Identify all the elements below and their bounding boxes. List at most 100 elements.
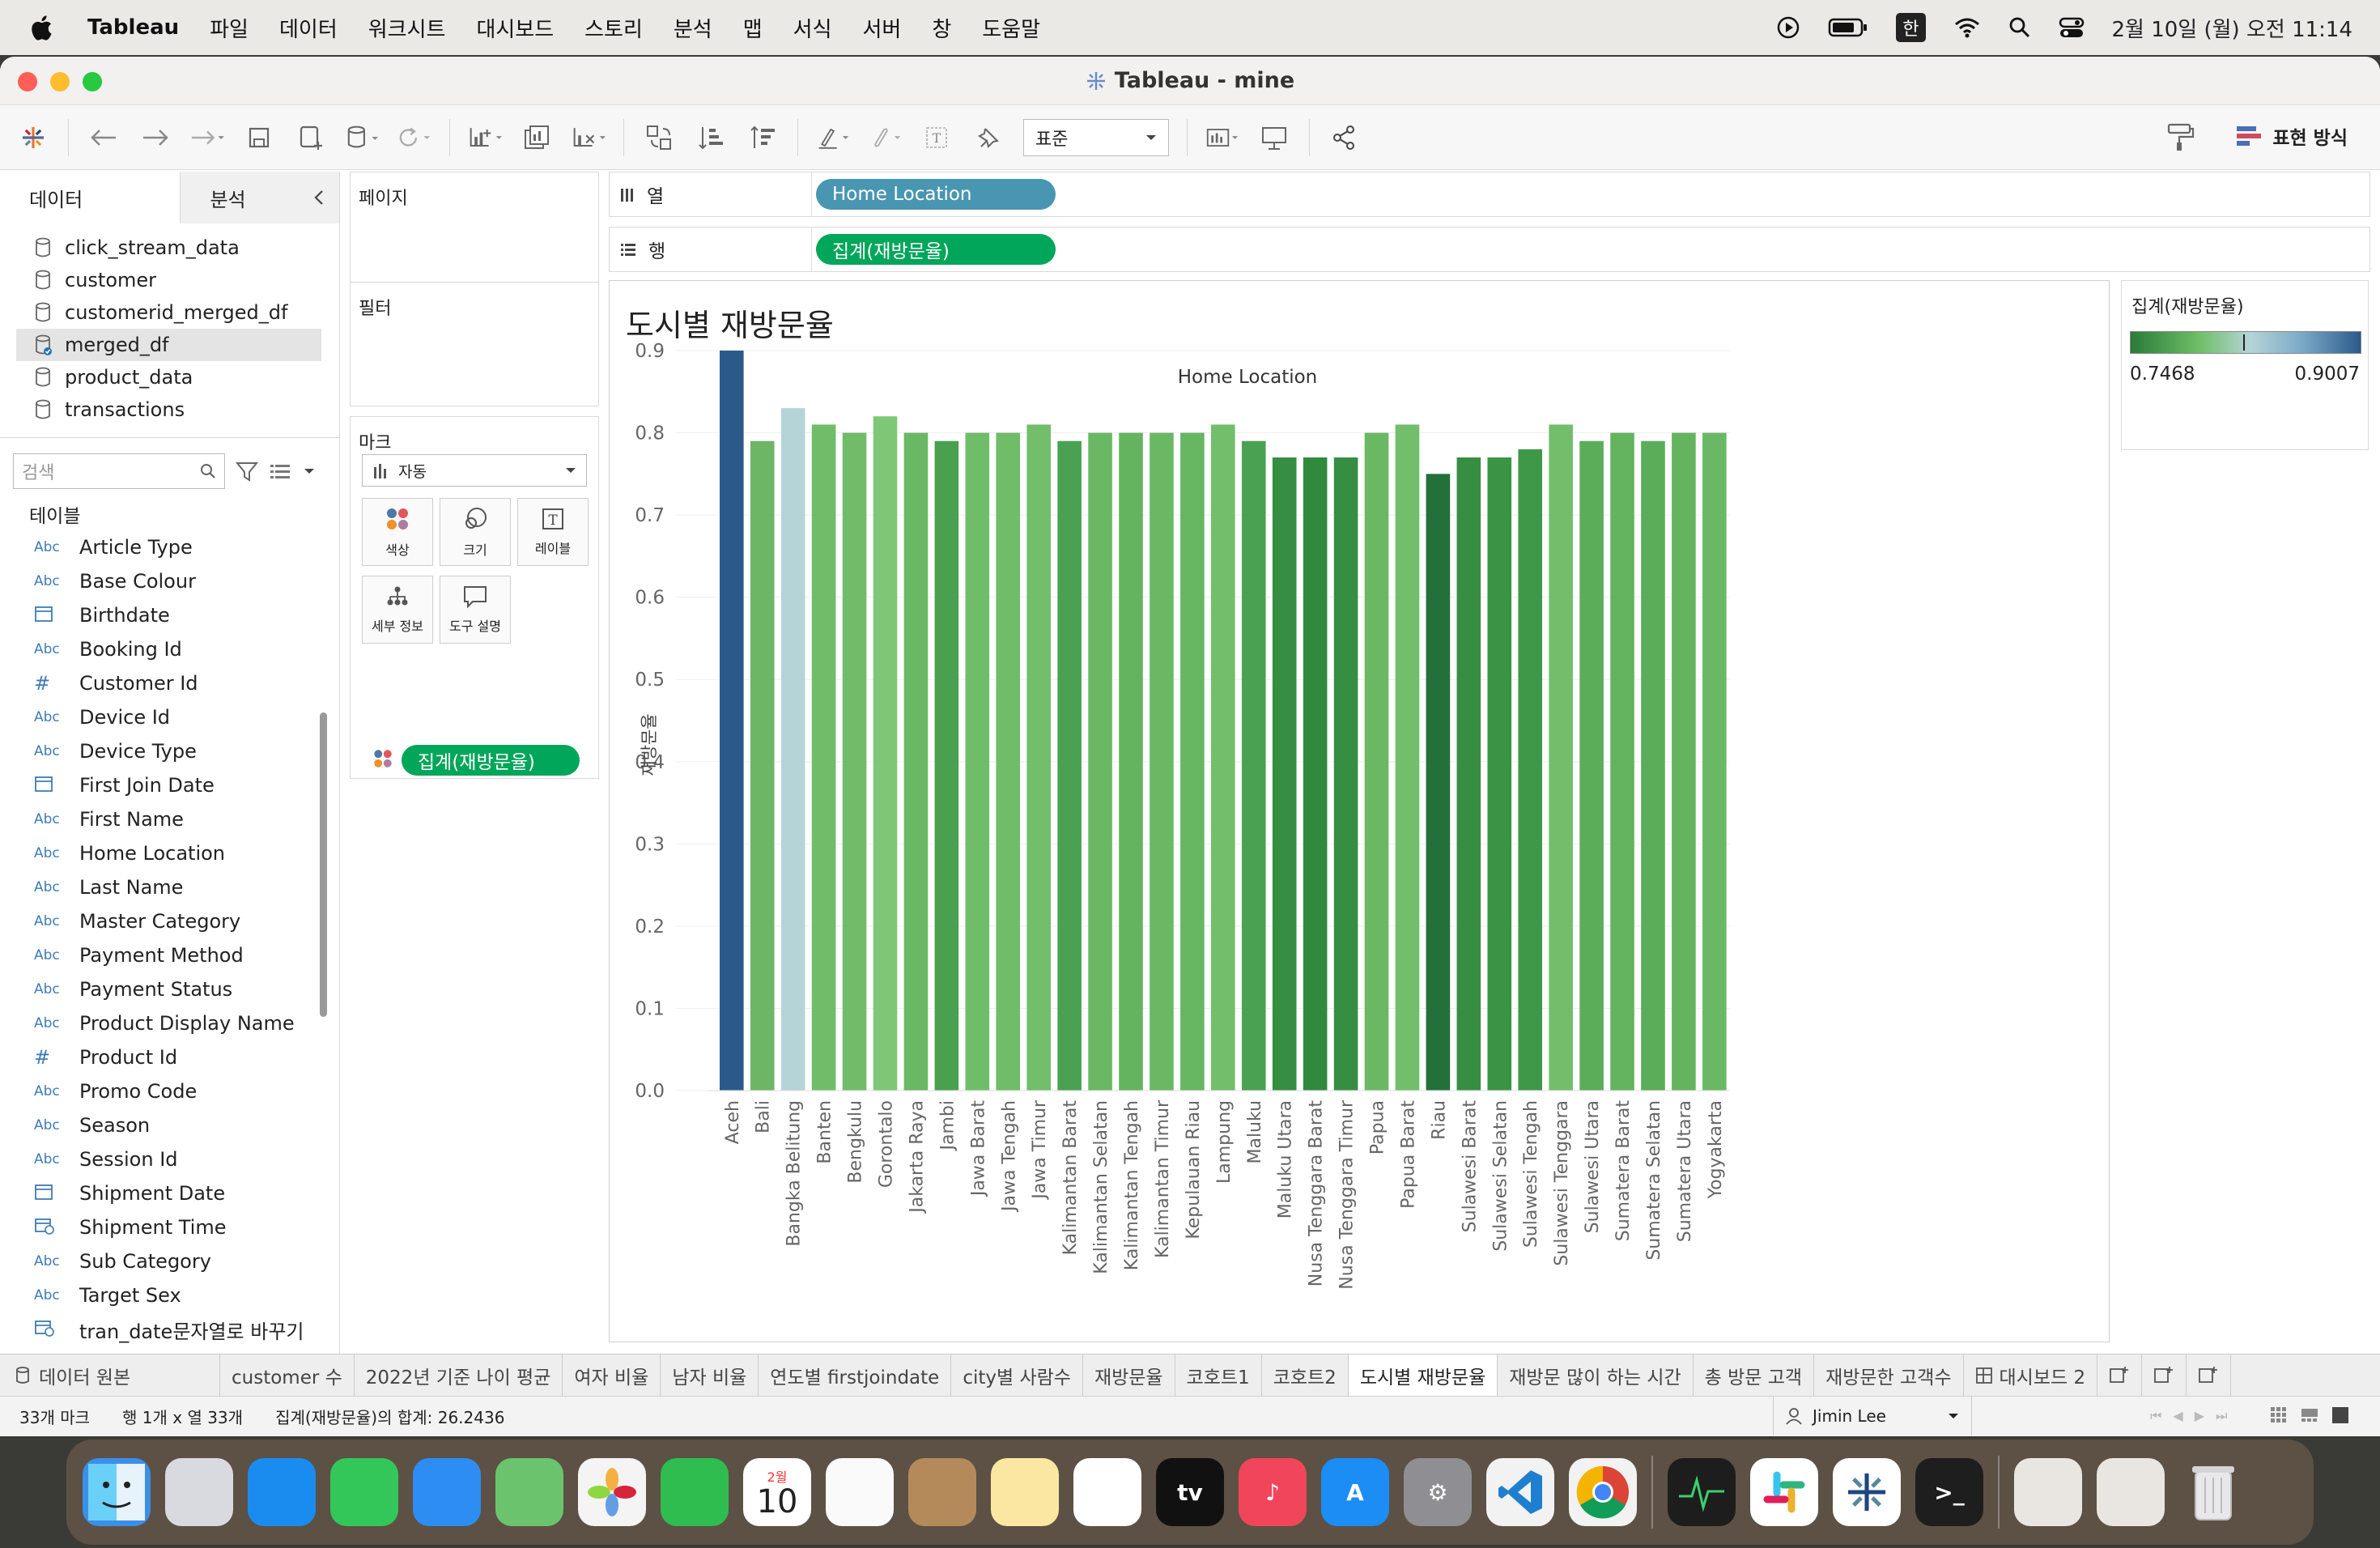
menu-worksheet[interactable]: 워크시트 (368, 13, 446, 43)
show-me-button[interactable]: 표현 방식 (2164, 120, 2348, 152)
filters-shelf[interactable]: 필터 (350, 282, 599, 406)
next-sheet-icon[interactable]: ▶ (2195, 1408, 2204, 1424)
bar-sumatera-utara[interactable] (1672, 432, 1696, 1091)
bar-banten[interactable] (811, 424, 836, 1091)
photos-icon[interactable] (578, 1458, 646, 1526)
new-dashboard-tab-icon[interactable] (2142, 1354, 2187, 1397)
field-item[interactable]: Abc Article Type (0, 530, 339, 564)
safari-icon[interactable] (248, 1458, 316, 1526)
field-item[interactable]: Shipment Time (0, 1210, 339, 1244)
color-legend[interactable]: 집계(재방문율) 0.7468 0.9007 (2121, 280, 2369, 450)
bar-bangka-belitung[interactable] (780, 408, 805, 1091)
reminders-icon[interactable] (826, 1458, 894, 1526)
mail-icon[interactable] (413, 1458, 481, 1526)
refresh-icon[interactable] (397, 121, 431, 155)
menubar-clock[interactable]: 2월 10일 (월) 오전 11:14 (2112, 13, 2353, 43)
menu-tableau[interactable]: Tableau (87, 15, 179, 40)
bar-sumatera-barat[interactable] (1610, 432, 1634, 1091)
size-mark-button[interactable]: 크기 (440, 498, 511, 566)
datasource-item[interactable]: customer (16, 264, 339, 296)
sheet-tab[interactable]: 도시별 재방문율 (1348, 1354, 1498, 1397)
menu-server[interactable]: 서버 (863, 13, 902, 43)
datasource-item[interactable]: click_stream_data (16, 232, 339, 264)
tableau-logo-icon[interactable] (16, 121, 50, 155)
clear-sheet-icon[interactable] (572, 121, 606, 155)
field-item[interactable]: Abc Booking Id (0, 632, 339, 666)
fix-axes-pin-icon[interactable] (971, 121, 1005, 155)
calendar-icon[interactable]: 2월 10 (743, 1458, 811, 1526)
bar-jawa-timur[interactable] (1026, 424, 1051, 1091)
field-list-scroll-thumb[interactable] (320, 712, 327, 1017)
sheet-tab[interactable]: 대시보드 2 (1964, 1354, 2098, 1397)
field-item[interactable]: # Customer Id (0, 666, 339, 700)
field-item[interactable]: Abc Product Display Name (0, 1006, 339, 1040)
field-item[interactable]: Abc Season (0, 1108, 339, 1142)
field-item[interactable]: # Product Id (0, 1040, 339, 1074)
bar-kalimantan-barat[interactable] (1057, 440, 1082, 1091)
sheet-tab[interactable]: customer 수 (220, 1354, 355, 1397)
messages-icon[interactable] (330, 1458, 398, 1526)
sheet-tab[interactable]: 총 방문 고객 (1694, 1354, 1815, 1397)
bar-gorontalo[interactable] (873, 416, 898, 1091)
datasource-item[interactable]: transactions (16, 393, 339, 426)
bar-maluku-utara[interactable] (1272, 457, 1297, 1091)
marks-color-pill[interactable]: 집계(재방문율) (402, 745, 580, 776)
detail-mark-button[interactable]: 세부 정보 (362, 576, 433, 644)
field-item[interactable]: Abc Target Sex (0, 1278, 339, 1312)
sheet-tab[interactable]: 코호트2 (1262, 1354, 1349, 1397)
menu-window[interactable]: 창 (932, 13, 951, 43)
show-cards-icon[interactable] (1205, 121, 1239, 155)
field-item[interactable]: Abc Session Id (0, 1142, 339, 1176)
bar-jambi[interactable] (934, 440, 959, 1091)
bar-sulawesi-utara[interactable] (1579, 440, 1604, 1091)
field-list-scrollbar[interactable] (317, 593, 329, 1436)
bar-yogyakarta[interactable] (1702, 432, 1727, 1091)
menu-analysis[interactable]: 분석 (674, 13, 712, 43)
menu-story[interactable]: 스토리 (584, 13, 643, 43)
menu-dashboard[interactable]: 대시보드 (476, 13, 554, 43)
datasource-item[interactable]: merged_df (16, 329, 321, 361)
mark-type-dropdown[interactable]: 자동 (362, 454, 587, 487)
facetime-icon[interactable] (661, 1458, 729, 1526)
save-icon[interactable] (242, 121, 276, 155)
bar-jawa-barat[interactable] (965, 432, 990, 1091)
new-datasource-icon[interactable] (294, 121, 328, 155)
datasource-options-icon[interactable] (346, 121, 380, 155)
tv-icon[interactable]: tv (1156, 1458, 1224, 1526)
bar-papua[interactable] (1364, 432, 1389, 1091)
bar-nusa-tenggara-timur[interactable] (1333, 457, 1358, 1091)
launchpad-icon[interactable] (165, 1458, 233, 1526)
vscode-icon[interactable] (1486, 1458, 1554, 1526)
undo-icon[interactable] (87, 121, 121, 155)
first-sheet-icon[interactable]: ⏮ (2150, 1408, 2161, 1424)
rows-pill[interactable]: 집계(재방문율) (816, 234, 1056, 265)
bar-sumatera-selatan[interactable] (1641, 440, 1665, 1091)
battery-icon[interactable] (1828, 16, 1868, 39)
sheet-tab[interactable]: city별 사람수 (951, 1354, 1083, 1397)
field-item[interactable]: tran_date문자열로 바꾸기 (0, 1312, 339, 1346)
datasource-item[interactable]: customerid_merged_df (16, 296, 339, 329)
input-method-indicator[interactable]: 한 (1896, 13, 1926, 42)
sheet-tab[interactable]: 재방문 많이 하는 시간 (1498, 1354, 1694, 1397)
chrome-icon[interactable] (1569, 1458, 1637, 1526)
music-icon[interactable]: ♪ (1239, 1458, 1307, 1526)
field-item[interactable]: Abc Master Category (0, 904, 339, 938)
spotlight-search-icon[interactable] (2008, 16, 2031, 39)
field-item[interactable]: Abc Home Location (0, 836, 339, 870)
field-item[interactable]: Abc Device Id (0, 700, 339, 734)
sort-descending-icon[interactable] (746, 121, 780, 155)
replay-icon[interactable] (190, 121, 224, 155)
sort-ascending-icon[interactable] (694, 121, 728, 155)
bar-sulawesi-barat[interactable] (1456, 457, 1481, 1091)
field-item[interactable]: Abc Device Type (0, 734, 339, 768)
app-store-icon[interactable]: A (1321, 1458, 1389, 1526)
sheet-tab[interactable]: 여자 비율 (563, 1354, 661, 1397)
bar-chart[interactable]: Home Location0.00.10.20.30.40.50.60.70.8… (610, 281, 2109, 1342)
bar-sulawesi-tengah[interactable] (1518, 449, 1543, 1091)
field-item[interactable]: First Join Date (0, 768, 339, 802)
bar-bali[interactable] (750, 440, 775, 1091)
bar-kalimantan-selatan[interactable] (1088, 432, 1112, 1091)
datasource-item[interactable]: product_data (16, 361, 339, 393)
field-item[interactable]: Abc Promo Code (0, 1074, 339, 1108)
zoom-window-button[interactable] (83, 72, 102, 91)
